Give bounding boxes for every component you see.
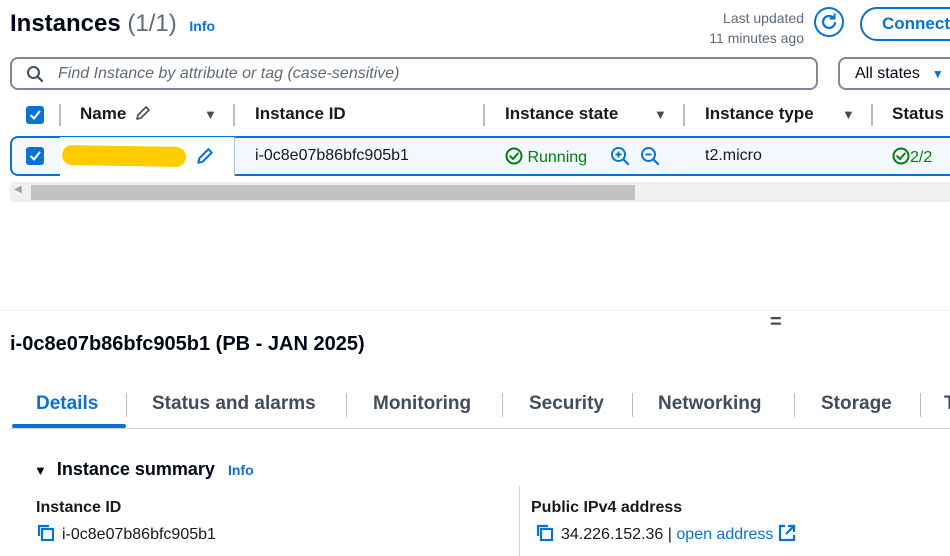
- tab-divider: [632, 393, 633, 417]
- instance-state-label: Running: [527, 149, 588, 166]
- status-check-value: 2/2: [910, 149, 933, 166]
- tab-storage[interactable]: Storage: [821, 393, 892, 415]
- sort-caret-icon[interactable]: ▼: [654, 107, 667, 122]
- scroll-left-icon[interactable]: ◀: [14, 184, 22, 195]
- instance-summary-title: Instance summary: [56, 459, 215, 479]
- column-header-instance-state[interactable]: Instance state: [505, 104, 618, 124]
- edit-name-icon[interactable]: [196, 147, 214, 165]
- state-filter-value: All states: [855, 65, 920, 82]
- detail-title: i-0c8e07b86bfc905b1 (PB - JAN 2025): [10, 333, 365, 355]
- tab-divider: [502, 393, 503, 417]
- tabs-baseline: [10, 428, 950, 429]
- column-divider: [59, 104, 61, 126]
- tab-divider: [794, 393, 795, 417]
- select-all-checkbox[interactable]: [26, 106, 44, 124]
- state-filter-select[interactable]: All states ▼: [838, 57, 950, 90]
- search-placeholder: Find Instance by attribute or tag (case-…: [58, 65, 400, 82]
- instance-id-link[interactable]: i-0c8e07b86bfc905b1: [255, 147, 409, 165]
- search-input[interactable]: Find Instance by attribute or tag (case-…: [10, 57, 818, 90]
- page-title-text: Instances: [10, 10, 121, 37]
- sort-caret-icon[interactable]: ▼: [842, 107, 855, 122]
- redaction-mark: [61, 144, 187, 168]
- tab-tags-partial[interactable]: T: [944, 393, 950, 415]
- copy-icon[interactable]: [535, 523, 555, 543]
- column-header-instance-id[interactable]: Instance ID: [255, 104, 346, 124]
- refresh-button[interactable]: [814, 7, 844, 37]
- tab-status-and-alarms[interactable]: Status and alarms: [152, 393, 316, 415]
- external-link-icon[interactable]: [778, 524, 796, 542]
- column-header-status[interactable]: Status: [892, 104, 944, 124]
- summary-info-link[interactable]: Info: [228, 462, 254, 478]
- caret-down-icon: ▼: [34, 463, 47, 478]
- instance-count: (1/1): [127, 10, 177, 37]
- success-check-icon: [892, 147, 910, 165]
- column-divider: [483, 104, 485, 126]
- column-divider: [233, 104, 235, 126]
- status-check[interactable]: 2/2: [892, 147, 932, 167]
- tab-monitoring[interactable]: Monitoring: [373, 393, 471, 415]
- connect-button[interactable]: Connect: [860, 7, 950, 41]
- column-header-name-label: Name: [80, 104, 127, 123]
- instance-state: Running: [505, 147, 587, 167]
- drag-handle-icon[interactable]: =: [770, 312, 782, 332]
- zoom-out-icon[interactable]: [640, 146, 660, 166]
- info-link[interactable]: Info: [189, 18, 215, 34]
- scrollbar-thumb[interactable]: [31, 185, 635, 200]
- check-icon: [30, 151, 41, 161]
- tab-divider: [920, 393, 921, 417]
- instance-id-value: i-0c8e07b86bfc905b1: [62, 526, 216, 543]
- last-updated-label: Last updated: [723, 10, 804, 26]
- column-divider: [871, 104, 873, 126]
- instance-id-value-row: i-0c8e07b86bfc905b1: [36, 523, 216, 544]
- public-ip-value-row: 34.226.152.36 | open address: [535, 523, 796, 544]
- page-title: Instances (1/1) Info: [10, 10, 215, 38]
- column-header-name[interactable]: Name: [80, 104, 151, 124]
- tab-details[interactable]: Details: [36, 393, 98, 415]
- instance-id-label: Instance ID: [36, 499, 122, 516]
- refresh-icon: [822, 13, 837, 30]
- caret-down-icon: ▼: [931, 67, 944, 81]
- active-tab-indicator: [12, 424, 126, 428]
- column-divider: [683, 104, 685, 126]
- column-header-instance-type[interactable]: Instance type: [705, 104, 814, 124]
- open-address-link[interactable]: open address: [676, 526, 773, 543]
- tab-security[interactable]: Security: [529, 393, 604, 415]
- success-check-icon: [505, 147, 523, 165]
- pencil-icon: [136, 106, 150, 120]
- zoom-in-icon[interactable]: [610, 146, 630, 166]
- row-checkbox[interactable]: [26, 147, 44, 165]
- tab-divider: [126, 393, 127, 417]
- tab-divider: [346, 393, 347, 417]
- search-icon: [27, 66, 44, 83]
- instance-type: t2.micro: [705, 147, 762, 164]
- last-updated-time: 11 minutes ago: [709, 30, 804, 46]
- separator-pipe: |: [667, 526, 672, 543]
- split-divider: [0, 310, 950, 311]
- copy-icon[interactable]: [36, 523, 56, 543]
- instance-summary-header[interactable]: ▼ Instance summary Info: [34, 459, 254, 480]
- last-updated: Last updated 11 minutes ago: [709, 8, 804, 48]
- public-ip-value: 34.226.152.36: [561, 526, 664, 543]
- sort-caret-icon[interactable]: ▼: [204, 107, 217, 122]
- public-ip-label: Public IPv4 address: [531, 499, 683, 516]
- tab-networking[interactable]: Networking: [658, 393, 761, 415]
- check-icon: [30, 110, 41, 120]
- column-separator: [519, 486, 520, 556]
